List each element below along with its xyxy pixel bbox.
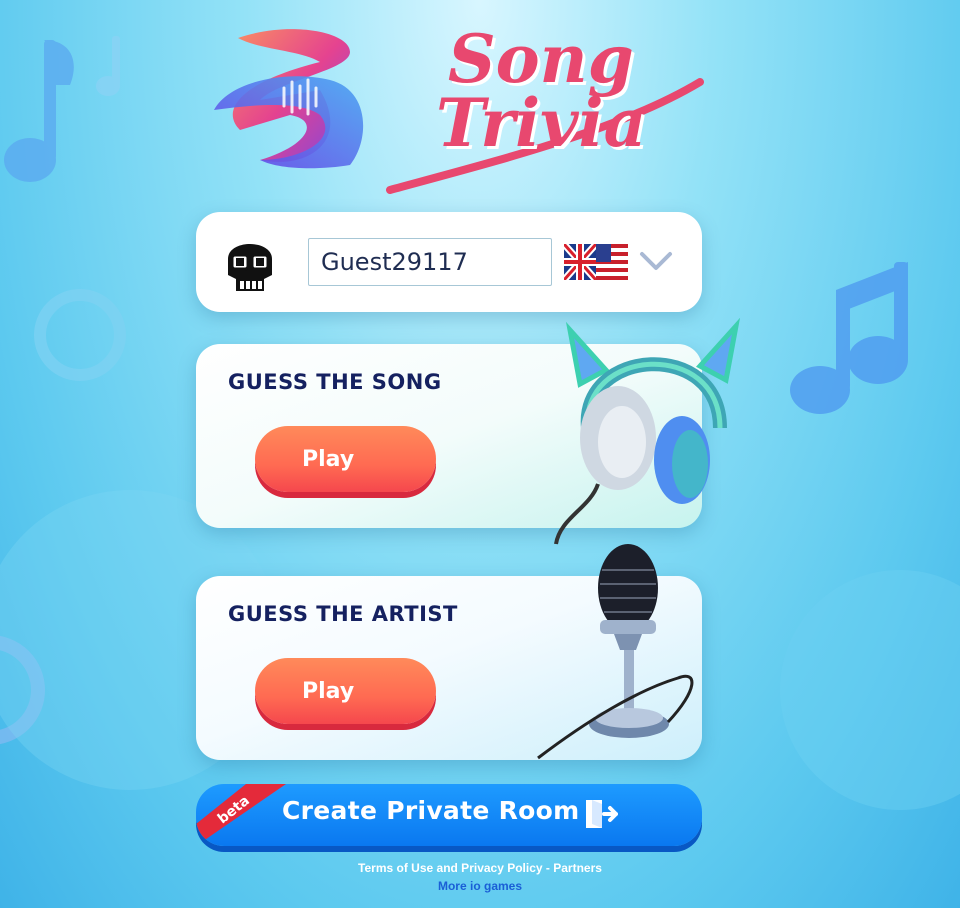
profile-card (196, 212, 702, 312)
footer-links: Terms of Use and Privacy Policy - Partne… (0, 861, 960, 875)
play-song-button[interactable]: Play (255, 426, 436, 492)
skull-glasses-icon (216, 229, 284, 297)
private-room-label: Create Private Room (282, 796, 580, 825)
more-io-games-link[interactable]: More io games (438, 879, 522, 893)
uk-us-flag-icon (561, 241, 628, 283)
microphone-icon (537, 544, 694, 760)
language-flag-icon[interactable] (561, 241, 628, 283)
enter-door-icon (586, 800, 618, 828)
headphones-icon (554, 318, 741, 545)
avatar[interactable] (216, 229, 284, 297)
mode-title: GUESS THE ARTIST (228, 602, 458, 626)
song-trivia-logo: Song Trivia (200, 20, 720, 205)
partners-link[interactable]: Partners (553, 861, 602, 875)
language-dropdown-button[interactable] (638, 246, 674, 276)
footer-separator: - (542, 861, 554, 875)
username-input[interactable] (308, 238, 552, 286)
footer-more: More io games (0, 879, 960, 893)
chevron-down-icon (640, 252, 672, 270)
logo-text-line2: Trivia (436, 84, 647, 162)
play-artist-button[interactable]: Play (255, 658, 436, 724)
create-private-room-button[interactable]: beta Create Private Room (196, 784, 702, 846)
terms-link[interactable]: Terms of Use and Privacy Policy (358, 861, 543, 875)
mode-title: GUESS THE SONG (228, 370, 442, 394)
